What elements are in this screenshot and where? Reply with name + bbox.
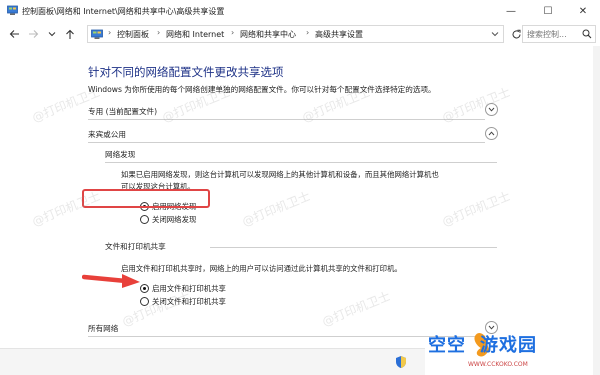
forward-button[interactable] bbox=[25, 26, 41, 42]
breadcrumb-network-internet[interactable]: 网络和 Internet bbox=[166, 29, 224, 40]
network-discovery-text-line1: 如果已启用网络发现，则这台计算机可以发现网络上的其他计算机和设备，而且其他网络计… bbox=[121, 170, 439, 179]
section-divider bbox=[88, 142, 485, 143]
search-icon bbox=[582, 29, 592, 39]
radio-button[interactable] bbox=[140, 297, 149, 306]
site-logo-text: 空空 游戏园 bbox=[428, 331, 537, 357]
page-description: Windows 为你所使用的每个网络创建单独的网络配置文件。你可以针对每个配置文… bbox=[88, 85, 436, 94]
file-printer-sharing-title: 文件和打印机共享 bbox=[105, 242, 166, 251]
breadcrumb-advanced-sharing[interactable]: 高级共享设置 bbox=[315, 29, 363, 40]
back-arrow-icon bbox=[9, 30, 19, 38]
up-button[interactable] bbox=[62, 26, 78, 42]
navigation-bar: › 控制面板 › 网络和 Internet › 网络和共享中心 › 高级共享设置 bbox=[0, 22, 600, 46]
control-panel-icon bbox=[7, 5, 18, 15]
breadcrumb-network-sharing-center[interactable]: 网络和共享中心 bbox=[240, 29, 296, 40]
red-arrow-icon bbox=[82, 274, 140, 288]
profile-private-expander[interactable] bbox=[485, 103, 498, 116]
forward-arrow-icon bbox=[28, 30, 38, 38]
chevron-up-icon bbox=[488, 131, 495, 136]
close-icon: ✕ bbox=[578, 5, 588, 17]
network-discovery-title: 网络发现 bbox=[105, 150, 136, 159]
back-button[interactable] bbox=[6, 26, 22, 42]
profile-private-label[interactable]: 专用 (当前配置文件) bbox=[88, 106, 157, 117]
maximize-button[interactable]: ☐ bbox=[531, 0, 565, 22]
chevron-right-icon: › bbox=[108, 28, 112, 37]
site-logo-brand: 空空 bbox=[428, 335, 466, 356]
shield-icon bbox=[396, 356, 406, 368]
control-panel-icon bbox=[91, 29, 103, 39]
radio-label: 关闭文件和打印机共享 bbox=[152, 297, 226, 306]
chevron-down-icon bbox=[488, 107, 495, 112]
radio-button[interactable] bbox=[140, 215, 149, 224]
section-divider bbox=[105, 162, 497, 163]
window-title: 控制面板\网络和 Internet\网络和共享中心\高级共享设置 bbox=[22, 7, 225, 16]
up-arrow-icon bbox=[66, 29, 74, 39]
file-sharing-off-option[interactable]: 关闭文件和打印机共享 bbox=[140, 296, 226, 307]
section-divider bbox=[88, 119, 485, 120]
profile-all-networks-label[interactable]: 所有网络 bbox=[88, 323, 118, 334]
file-printer-sharing-text: 启用文件和打印机共享时，网络上的用户可以访问通过此计算机共享的文件和打印机。 bbox=[121, 264, 402, 273]
vertical-scrollbar[interactable] bbox=[593, 46, 600, 375]
refresh-icon bbox=[512, 29, 520, 38]
chevron-right-icon: › bbox=[157, 28, 161, 37]
chevron-down-icon bbox=[48, 32, 56, 37]
radio-label: 关闭网络发现 bbox=[152, 215, 197, 224]
section-divider bbox=[210, 247, 497, 248]
site-logo-brand-rest: 游戏园 bbox=[480, 335, 537, 356]
page-title: 针对不同的网络配置文件更改共享选项 bbox=[88, 65, 284, 79]
chevron-right-icon: › bbox=[306, 28, 310, 37]
network-discovery-off-option[interactable]: 关闭网络发现 bbox=[140, 214, 196, 225]
highlight-box bbox=[82, 189, 210, 208]
search-box[interactable] bbox=[522, 25, 596, 43]
address-bar[interactable]: › 控制面板 › 网络和 Internet › 网络和共享中心 › 高级共享设置 bbox=[87, 25, 504, 43]
profile-guest-public-expander[interactable] bbox=[485, 127, 498, 140]
site-logo-url: WWW.CCKOKO.COM bbox=[468, 361, 528, 368]
content-pane: 针对不同的网络配置文件更改共享选项 Windows 为你所使用的每个网络创建单独… bbox=[0, 46, 600, 375]
minimize-icon: — bbox=[506, 5, 516, 17]
file-sharing-on-option[interactable]: 启用文件和打印机共享 bbox=[140, 283, 226, 294]
chevron-right-icon: › bbox=[231, 28, 235, 37]
radio-label: 启用文件和打印机共享 bbox=[152, 284, 226, 293]
address-dropdown-icon[interactable] bbox=[491, 31, 499, 37]
breadcrumb-control-panel[interactable]: 控制面板 bbox=[117, 29, 149, 40]
recent-locations-button[interactable] bbox=[44, 26, 60, 42]
title-bar: 控制面板\网络和 Internet\网络和共享中心\高级共享设置 — ☐ ✕ bbox=[0, 0, 600, 22]
close-button[interactable]: ✕ bbox=[566, 0, 600, 22]
maximize-icon: ☐ bbox=[543, 5, 553, 17]
minimize-button[interactable]: — bbox=[494, 0, 528, 22]
profile-guest-public-label[interactable]: 来宾或公用 bbox=[88, 129, 126, 140]
search-input[interactable] bbox=[527, 27, 583, 41]
bottom-button-bar bbox=[0, 348, 425, 375]
